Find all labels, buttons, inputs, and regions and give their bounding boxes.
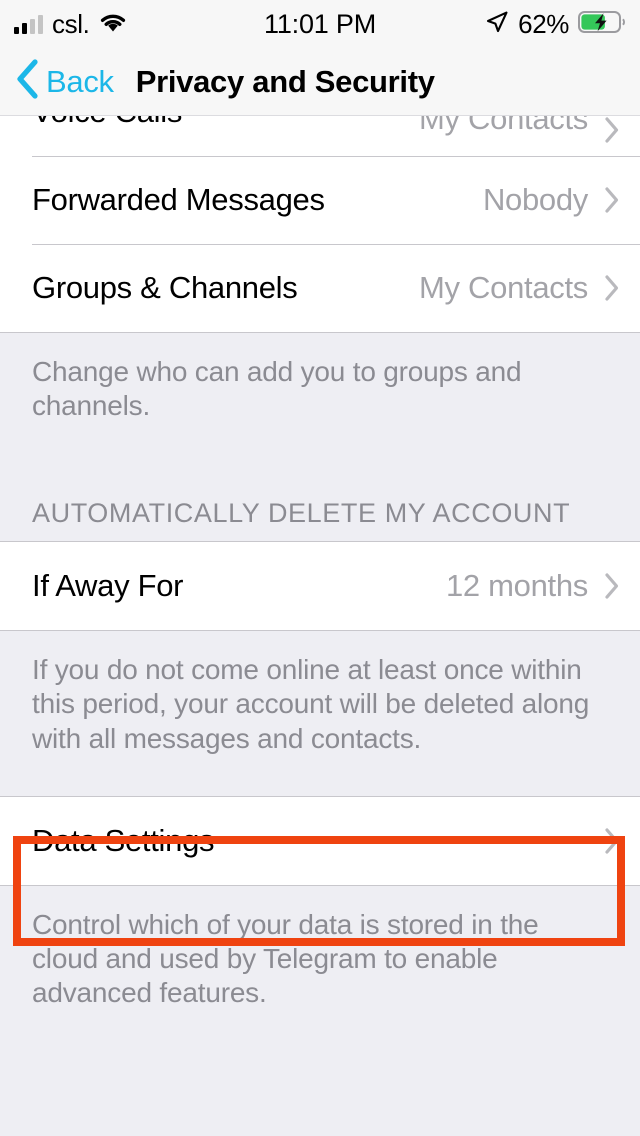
section-header-auto-delete: AUTOMATICALLY DELETE MY ACCOUNT (0, 485, 640, 530)
back-button-label: Back (46, 63, 114, 99)
row-voice-calls-right: My Contacts (419, 116, 620, 144)
row-data-settings-right (604, 827, 620, 855)
wifi-icon (98, 11, 128, 38)
row-data-settings-label: Data Settings (32, 822, 215, 858)
status-bar: csl. 11:01 PM 62% (0, 0, 640, 48)
battery-percent-label: 62% (518, 8, 569, 39)
privacy-group: Voice Calls My Contacts Forwarded Messag… (0, 116, 640, 333)
row-if-away-for-right: 12 months (446, 568, 620, 604)
chevron-left-icon (14, 58, 40, 105)
data-settings-group: Data Settings (0, 795, 640, 886)
chevron-right-icon (604, 186, 620, 214)
row-voice-calls-label: Voice Calls (32, 116, 182, 130)
settings-scroll-area[interactable]: Voice Calls My Contacts Forwarded Messag… (0, 116, 640, 1136)
status-bar-right: 62% (485, 9, 626, 40)
row-groups-and-channels-label: Groups & Channels (32, 270, 298, 305)
row-groups-and-channels-value: My Contacts (419, 270, 588, 305)
phone-screen: csl. 11:01 PM 62% Back Privacy and Secur… (0, 0, 640, 1136)
chevron-right-icon (604, 274, 620, 302)
section-spacer-1 (0, 429, 640, 486)
groups-footnote: Change who can add you to groups and cha… (0, 333, 640, 430)
row-forwarded-messages[interactable]: Forwarded Messages Nobody (0, 156, 640, 244)
row-voice-calls[interactable]: Voice Calls My Contacts (0, 116, 640, 156)
row-if-away-for-label: If Away For (32, 568, 184, 604)
location-arrow-icon (485, 10, 509, 39)
row-data-settings[interactable]: Data Settings (0, 796, 640, 885)
row-forwarded-messages-label: Forwarded Messages (32, 182, 325, 217)
row-if-away-for[interactable]: If Away For 12 months (0, 542, 640, 631)
navigation-bar: Back Privacy and Security (0, 48, 640, 116)
carrier-label: csl. (52, 8, 90, 39)
status-bar-left: csl. (14, 9, 128, 40)
chevron-right-icon (604, 572, 620, 600)
section-spacer-2 (0, 529, 640, 542)
auto-delete-group: If Away For 12 months (0, 541, 640, 632)
page-title: Privacy and Security (135, 63, 435, 99)
if-away-footnote: If you do not come online at least once … (0, 631, 640, 762)
chevron-right-icon (604, 827, 620, 855)
chevron-right-icon (604, 116, 620, 144)
row-forwarded-messages-value: Nobody (482, 182, 588, 217)
back-button[interactable]: Back (14, 58, 114, 105)
row-if-away-for-value: 12 months (445, 568, 588, 604)
battery-charging-icon (578, 10, 626, 39)
row-forwarded-messages-right: Nobody (483, 182, 620, 218)
row-voice-calls-value: My Contacts (419, 116, 588, 136)
section-spacer-3 (0, 761, 640, 796)
data-settings-footnote: Control which of your data is stored in … (0, 885, 640, 1017)
cellular-signal-icon (14, 14, 43, 34)
row-groups-and-channels[interactable]: Groups & Channels My Contacts (0, 244, 640, 332)
row-groups-and-channels-right: My Contacts (419, 270, 620, 306)
